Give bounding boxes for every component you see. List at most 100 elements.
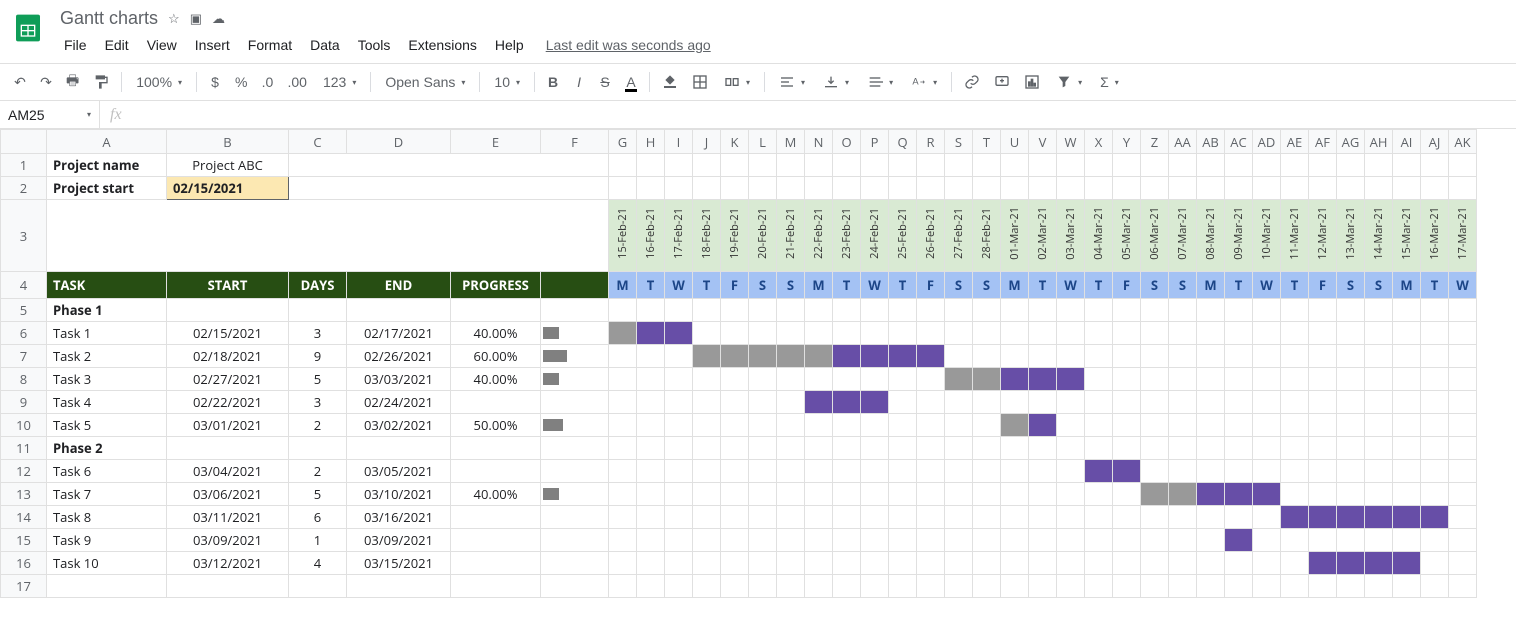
gantt-cell-12-10[interactable]	[889, 460, 917, 483]
dow-30[interactable]: W	[1449, 272, 1477, 299]
gantt-cell-14-17[interactable]	[1085, 506, 1113, 529]
gantt-cell-8-5[interactable]	[749, 368, 777, 391]
strikethrough-button[interactable]: S	[593, 69, 617, 95]
cell-task-10[interactable]: Task 5	[47, 414, 167, 437]
gantt-cell-6-27[interactable]	[1365, 322, 1393, 345]
gantt-cell-13-25[interactable]	[1309, 483, 1337, 506]
gantt-cell-16-28[interactable]	[1393, 552, 1421, 575]
col-header-O[interactable]: O	[833, 130, 861, 154]
gantt-cell-7-27[interactable]	[1365, 345, 1393, 368]
dow-27[interactable]: S	[1365, 272, 1393, 299]
gantt-cell-6-21[interactable]	[1197, 322, 1225, 345]
dow-22[interactable]: T	[1225, 272, 1253, 299]
gantt-cell-8-14[interactable]	[1001, 368, 1029, 391]
gantt-cell-12-9[interactable]	[861, 460, 889, 483]
date-header-22[interactable]: 09-Mar-21	[1225, 200, 1253, 272]
gantt-cell-9-4[interactable]	[721, 391, 749, 414]
gantt-cell-15-0[interactable]	[609, 529, 637, 552]
gantt-cell-12-28[interactable]	[1393, 460, 1421, 483]
gantt-cell-15-7[interactable]	[805, 529, 833, 552]
col-header-A[interactable]: A	[47, 130, 167, 154]
gantt-cell-15-28[interactable]	[1393, 529, 1421, 552]
menu-format[interactable]: Format	[240, 33, 300, 57]
gantt-cell-12-29[interactable]	[1421, 460, 1449, 483]
col-header-AE[interactable]: AE	[1281, 130, 1309, 154]
gantt-cell-14-5[interactable]	[749, 506, 777, 529]
gantt-cell-13-5[interactable]	[749, 483, 777, 506]
gantt-cell-12-27[interactable]	[1365, 460, 1393, 483]
dow-10[interactable]: T	[889, 272, 917, 299]
gantt-cell-13-16[interactable]	[1057, 483, 1085, 506]
gantt-cell-10-2[interactable]	[665, 414, 693, 437]
gantt-cell-15-20[interactable]	[1169, 529, 1197, 552]
gantt-cell-7-0[interactable]	[609, 345, 637, 368]
col-header-AH[interactable]: AH	[1365, 130, 1393, 154]
gantt-cell-13-26[interactable]	[1337, 483, 1365, 506]
gantt-cell-10-5[interactable]	[749, 414, 777, 437]
gantt-cell-12-11[interactable]	[917, 460, 945, 483]
cell-task-6[interactable]: Task 1	[47, 322, 167, 345]
date-header-13[interactable]: 28-Feb-21	[973, 200, 1001, 272]
row-header-3[interactable]: 3	[1, 200, 47, 272]
row-header-16[interactable]: 16	[1, 552, 47, 575]
gantt-cell-9-19[interactable]	[1141, 391, 1169, 414]
gantt-cell-16-14[interactable]	[1001, 552, 1029, 575]
dow-29[interactable]: T	[1421, 272, 1449, 299]
gantt-cell-15-16[interactable]	[1057, 529, 1085, 552]
fill-color-button[interactable]	[656, 69, 684, 95]
gantt-cell-7-16[interactable]	[1057, 345, 1085, 368]
gantt-cell-15-21[interactable]	[1197, 529, 1225, 552]
gantt-cell-13-2[interactable]	[665, 483, 693, 506]
gantt-cell-14-24[interactable]	[1281, 506, 1309, 529]
gantt-cell-14-11[interactable]	[917, 506, 945, 529]
date-header-5[interactable]: 20-Feb-21	[749, 200, 777, 272]
gantt-cell-15-10[interactable]	[889, 529, 917, 552]
gantt-cell-8-19[interactable]	[1141, 368, 1169, 391]
progress-bar-6[interactable]	[541, 322, 609, 345]
currency-button[interactable]: $	[203, 69, 227, 95]
date-header-15[interactable]: 02-Mar-21	[1029, 200, 1057, 272]
gantt-cell-6-0[interactable]	[609, 322, 637, 345]
dow-1[interactable]: T	[637, 272, 665, 299]
gantt-cell-15-15[interactable]	[1029, 529, 1057, 552]
dow-4[interactable]: F	[721, 272, 749, 299]
gantt-cell-9-26[interactable]	[1337, 391, 1365, 414]
gantt-cell-12-2[interactable]	[665, 460, 693, 483]
col-header-I[interactable]: I	[665, 130, 693, 154]
gantt-cell-8-4[interactable]	[721, 368, 749, 391]
more-formats-dropdown[interactable]: 123	[315, 69, 364, 95]
gantt-cell-9-16[interactable]	[1057, 391, 1085, 414]
functions-dropdown[interactable]: Σ	[1092, 69, 1127, 95]
cell-B1[interactable]: Project ABC	[167, 154, 289, 177]
gantt-cell-6-3[interactable]	[693, 322, 721, 345]
gantt-cell-13-11[interactable]	[917, 483, 945, 506]
col-header-AK[interactable]: AK	[1449, 130, 1477, 154]
gantt-cell-7-7[interactable]	[805, 345, 833, 368]
gantt-cell-16-24[interactable]	[1281, 552, 1309, 575]
date-header-29[interactable]: 16-Mar-21	[1421, 200, 1449, 272]
gantt-cell-15-3[interactable]	[693, 529, 721, 552]
menu-help[interactable]: Help	[487, 33, 532, 57]
gantt-cell-7-8[interactable]	[833, 345, 861, 368]
gantt-cell-13-21[interactable]	[1197, 483, 1225, 506]
gantt-cell-8-21[interactable]	[1197, 368, 1225, 391]
gantt-cell-8-9[interactable]	[861, 368, 889, 391]
gantt-cell-8-24[interactable]	[1281, 368, 1309, 391]
gantt-cell-9-21[interactable]	[1197, 391, 1225, 414]
document-title[interactable]: Gantt charts	[60, 8, 158, 29]
progress-bar-10[interactable]	[541, 414, 609, 437]
date-header-3[interactable]: 18-Feb-21	[693, 200, 721, 272]
gantt-cell-15-4[interactable]	[721, 529, 749, 552]
dow-2[interactable]: W	[665, 272, 693, 299]
gantt-cell-9-2[interactable]	[665, 391, 693, 414]
gantt-cell-9-22[interactable]	[1225, 391, 1253, 414]
gantt-cell-16-16[interactable]	[1057, 552, 1085, 575]
gantt-cell-8-12[interactable]	[945, 368, 973, 391]
gantt-cell-13-15[interactable]	[1029, 483, 1057, 506]
row-header-6[interactable]: 6	[1, 322, 47, 345]
gantt-cell-16-19[interactable]	[1141, 552, 1169, 575]
gantt-cell-9-25[interactable]	[1309, 391, 1337, 414]
gantt-cell-14-4[interactable]	[721, 506, 749, 529]
date-header-23[interactable]: 10-Mar-21	[1253, 200, 1281, 272]
text-color-button[interactable]: A	[619, 69, 643, 95]
